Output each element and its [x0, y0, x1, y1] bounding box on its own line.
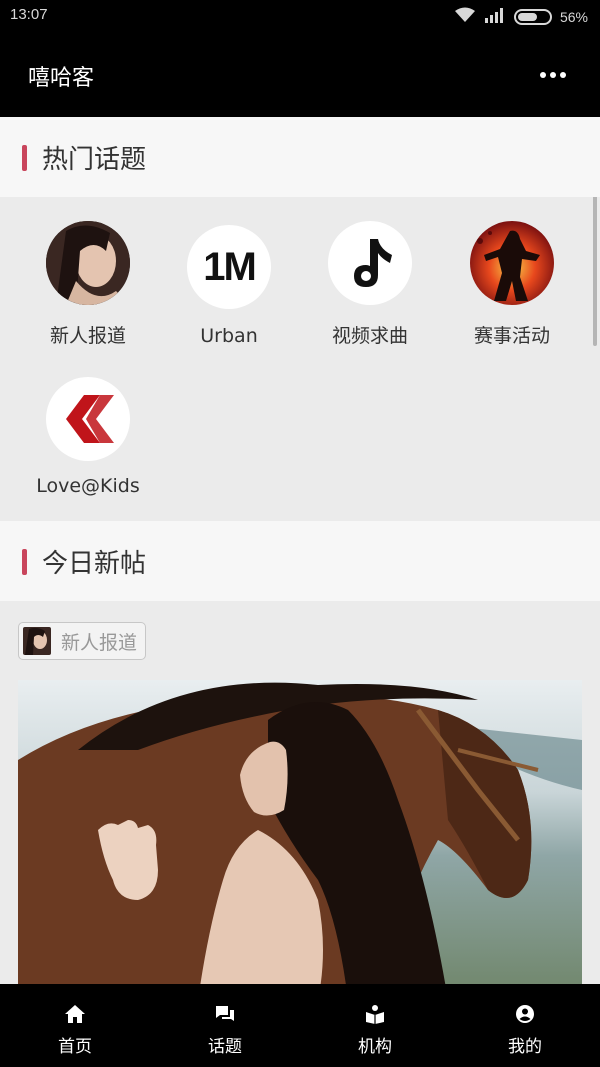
nav-label: 话题: [208, 1037, 242, 1057]
book-icon: [364, 1004, 386, 1028]
battery-icon: [513, 8, 552, 25]
nav-label: 首页: [58, 1037, 92, 1057]
topic-item[interactable]: 新人报道: [18, 221, 158, 348]
topic-name: 新人报道: [49, 325, 126, 347]
user-icon: [515, 1004, 535, 1028]
event-dancer-icon: [470, 221, 554, 305]
accent-bar: [22, 549, 27, 575]
1m-logo-icon: 1M: [187, 225, 271, 309]
portrait-avatar-icon: [46, 221, 130, 305]
nav-institutions[interactable]: 机构: [300, 984, 450, 1067]
topic-name: 视频求曲: [331, 325, 408, 347]
main-content[interactable]: 热门话题 新人报道 1M Urban 视频求曲 赛事活动 Love@Kids 今…: [0, 117, 600, 984]
topic-item[interactable]: 1M Urban: [159, 225, 299, 347]
tag-avatar-icon: [23, 627, 51, 655]
app-title: 嘻哈客: [28, 66, 95, 91]
topic-name: Love@Kids: [36, 475, 140, 497]
battery-percent: 56%: [559, 8, 588, 25]
topic-item[interactable]: 视频求曲: [300, 221, 440, 348]
more-icon[interactable]: [540, 72, 566, 78]
red-chevron-logo-icon: [46, 377, 130, 461]
nav-label: 机构: [358, 1037, 392, 1057]
wifi-icon: [454, 7, 476, 26]
chat-icon: [214, 1004, 236, 1028]
bottom-nav: 首页 话题 机构 我的: [0, 984, 600, 1067]
hot-topics-grid: 新人报道 1M Urban 视频求曲 赛事活动 Love@Kids: [0, 197, 600, 521]
topic-item[interactable]: 赛事活动: [442, 221, 582, 348]
nav-topics[interactable]: 话题: [150, 984, 300, 1067]
nav-me[interactable]: 我的: [450, 984, 600, 1067]
todays-posts-header: 今日新帖: [0, 521, 600, 601]
status-time: 13:07: [10, 6, 48, 23]
music-note-icon: [328, 221, 412, 305]
signal-icon: [484, 7, 506, 26]
topic-name: Urban: [200, 325, 258, 347]
hot-topics-header: 热门话题: [0, 117, 600, 197]
app-bar: 嘻哈客: [0, 34, 600, 117]
accent-bar: [22, 145, 27, 171]
tag-label: 新人报道: [61, 631, 138, 654]
home-icon: [64, 1004, 86, 1028]
topic-item[interactable]: Love@Kids: [18, 377, 158, 497]
post-topic-tag[interactable]: 新人报道: [18, 622, 147, 660]
status-bar: 13:07 56%: [0, 0, 600, 34]
nav-label: 我的: [508, 1037, 542, 1057]
section-title: 今日新帖: [42, 549, 147, 579]
topic-name: 赛事活动: [473, 325, 550, 347]
nav-home[interactable]: 首页: [0, 984, 150, 1067]
section-title: 热门话题: [42, 145, 147, 175]
post-image[interactable]: [18, 680, 582, 984]
